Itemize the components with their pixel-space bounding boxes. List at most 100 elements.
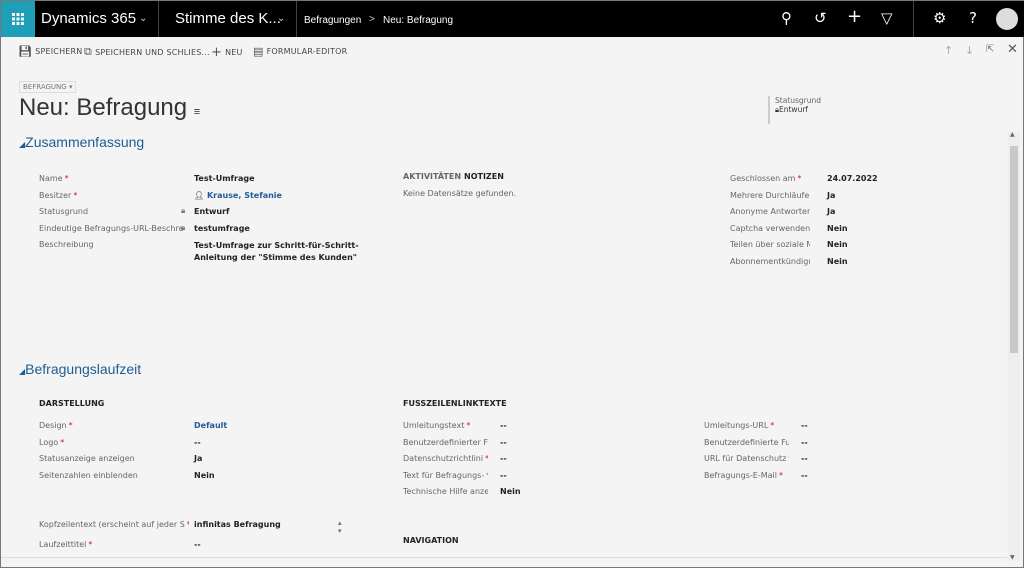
field-value[interactable]: Nein [827, 257, 848, 266]
field-value[interactable]: -- [194, 438, 201, 447]
avatar[interactable] [996, 8, 1018, 30]
field-value[interactable]: Nein [827, 240, 848, 249]
field-value[interactable]: Nein [194, 471, 215, 480]
field-value-text: Test-Umfrage [194, 174, 255, 183]
new-button[interactable]: + NEU [211, 45, 243, 60]
field-label-text: Technische Hilfe anzei [403, 487, 488, 496]
save-button[interactable]: 💾︎ SPEICHERN [18, 45, 83, 58]
status-value: Entwurf [779, 105, 809, 114]
field-label-text: Anonyme Antworten [730, 207, 810, 216]
required-icon: * [64, 174, 69, 183]
field-value-text: Ja [827, 207, 836, 216]
menu-icon[interactable]: ≡ [194, 106, 200, 118]
field-value[interactable]: Ja [827, 207, 835, 216]
field-label: Technische Hilfe anzei [403, 487, 488, 496]
field-label-text: Abonnementkündigu [730, 256, 810, 266]
filter-icon[interactable]: ▽ [881, 9, 893, 27]
field-value[interactable]: Ja [827, 191, 835, 200]
field-label-text: Befragungs-E-Mail [704, 470, 777, 480]
field-value[interactable]: Nein [500, 487, 521, 496]
field-label-text: Text für Befragungs- [403, 470, 485, 480]
status-label: Statusgrund [775, 96, 822, 105]
field-value-text: Ja [194, 454, 203, 463]
scrollbar[interactable]: ▲ ▼ [1008, 131, 1020, 561]
field-value[interactable]: -- [801, 454, 808, 463]
field-label-text: Mehrere Durchläufe [730, 190, 810, 200]
tab-notes[interactable]: NOTIZEN [464, 172, 504, 181]
arrow-up-icon[interactable]: ↑ [944, 44, 953, 57]
save-close-button[interactable]: ⧉ SPEICHERN UND SCHLIES... [84, 45, 210, 59]
field-label: Umleitungs-URL * [704, 421, 774, 430]
field-value[interactable]: Nein [827, 224, 848, 233]
field-value[interactable]: -- [194, 540, 201, 549]
page-title: Neu: Befragung ≡ [19, 94, 200, 122]
required-icon: * [187, 520, 189, 529]
scrollbar-thumb[interactable] [1010, 146, 1018, 353]
help-icon[interactable]: ? [969, 9, 977, 27]
tab-activities[interactable]: AKTIVITÄTEN [403, 172, 461, 181]
field-value-text: -- [500, 437, 507, 447]
field-label: Geschlossen am * [730, 174, 801, 183]
form-editor-label: FORMULAR-EDITOR [266, 47, 348, 56]
required-icon: * [788, 454, 789, 463]
history-icon[interactable]: ↺ [814, 9, 827, 27]
section-runtime[interactable]: ◢Befragungslaufzeit [19, 361, 141, 377]
scroll-down-icon[interactable]: ▼ [1010, 554, 1015, 561]
gear-icon[interactable]: ⚙ [933, 9, 946, 27]
field-value[interactable]: -- [801, 471, 808, 480]
spinner-icon[interactable]: ▴ ▾ [338, 519, 342, 535]
popout-icon[interactable]: ⇱ [986, 44, 994, 55]
required-icon: * [778, 470, 783, 480]
field-value[interactable]: 👤︎ Krause, Stefanie [194, 191, 282, 200]
close-icon[interactable]: ✕ [1007, 42, 1018, 57]
header-status: Statusgrund 🔒︎Entwurf [768, 96, 821, 124]
field-label-text: Benutzerdefinierte Ful [704, 437, 789, 447]
field-value[interactable]: 24.07.2022 [827, 174, 878, 183]
chevron-down-icon[interactable]: ⌄ [277, 13, 285, 24]
required-icon: * [485, 454, 488, 463]
required-icon: * [60, 437, 65, 447]
field-label: Mehrere Durchläufe* [730, 191, 810, 200]
field-value[interactable]: Default [194, 421, 227, 430]
field-value[interactable]: Test-Umfrage [194, 174, 255, 183]
field-label: Name * [39, 174, 69, 183]
section-summary[interactable]: ◢Zusammenfassung [19, 134, 144, 150]
form-editor-button[interactable]: ▤ FORMULAR-EDITOR [253, 45, 347, 58]
field-value-text: -- [194, 437, 201, 447]
field-label: Benutzerdefinierter Fu [403, 438, 488, 447]
field-value-text: Nein [827, 240, 848, 249]
field-value-text: -- [194, 540, 201, 549]
field-value-text: infinitas Befragung [194, 520, 281, 529]
page-title-text: Neu: Befragung [19, 94, 188, 121]
app-name[interactable]: Dynamics 365 [41, 10, 136, 27]
area-selector[interactable]: Stimme des K... [175, 10, 281, 27]
field-label: Statusgrund [39, 207, 88, 216]
field-value[interactable]: infinitas Befragung [194, 520, 281, 529]
scroll-up-icon[interactable]: ▲ [1010, 131, 1015, 138]
breadcrumb-befragungen[interactable]: Befragungen [304, 15, 361, 26]
field-value[interactable]: -- [500, 438, 507, 447]
field-value[interactable]: Ja [194, 454, 202, 463]
field-label-text: Benutzerdefinierter Fu [403, 437, 488, 447]
divider [158, 1, 159, 37]
form-selector[interactable]: BEFRAGUNG ▾ [19, 81, 77, 93]
field-value[interactable]: Test-Umfrage zur Schritt-für-Schritt- Anl… [194, 240, 359, 264]
app-launcher-button[interactable] [1, 1, 35, 37]
field-value-text: -- [801, 470, 808, 480]
divider [1, 557, 1007, 558]
field-value[interactable]: -- [500, 471, 507, 480]
plus-icon[interactable]: + [847, 6, 862, 27]
field-value[interactable]: -- [801, 421, 808, 430]
field-value[interactable]: -- [500, 454, 507, 463]
plus-icon: + [211, 45, 223, 60]
required-icon: * [88, 540, 93, 549]
field-value[interactable]: -- [500, 421, 507, 430]
required-icon: * [486, 471, 488, 480]
chevron-down-icon[interactable]: ⌄ [139, 13, 147, 24]
lock-icon: 🔒︎ [181, 222, 186, 232]
search-icon[interactable]: ⚲ [781, 9, 792, 27]
field-label-text: Name [39, 174, 63, 183]
field-value[interactable]: -- [801, 438, 808, 447]
arrow-down-icon[interactable]: ↓ [965, 44, 974, 57]
field-label-text: Logo [39, 437, 59, 447]
